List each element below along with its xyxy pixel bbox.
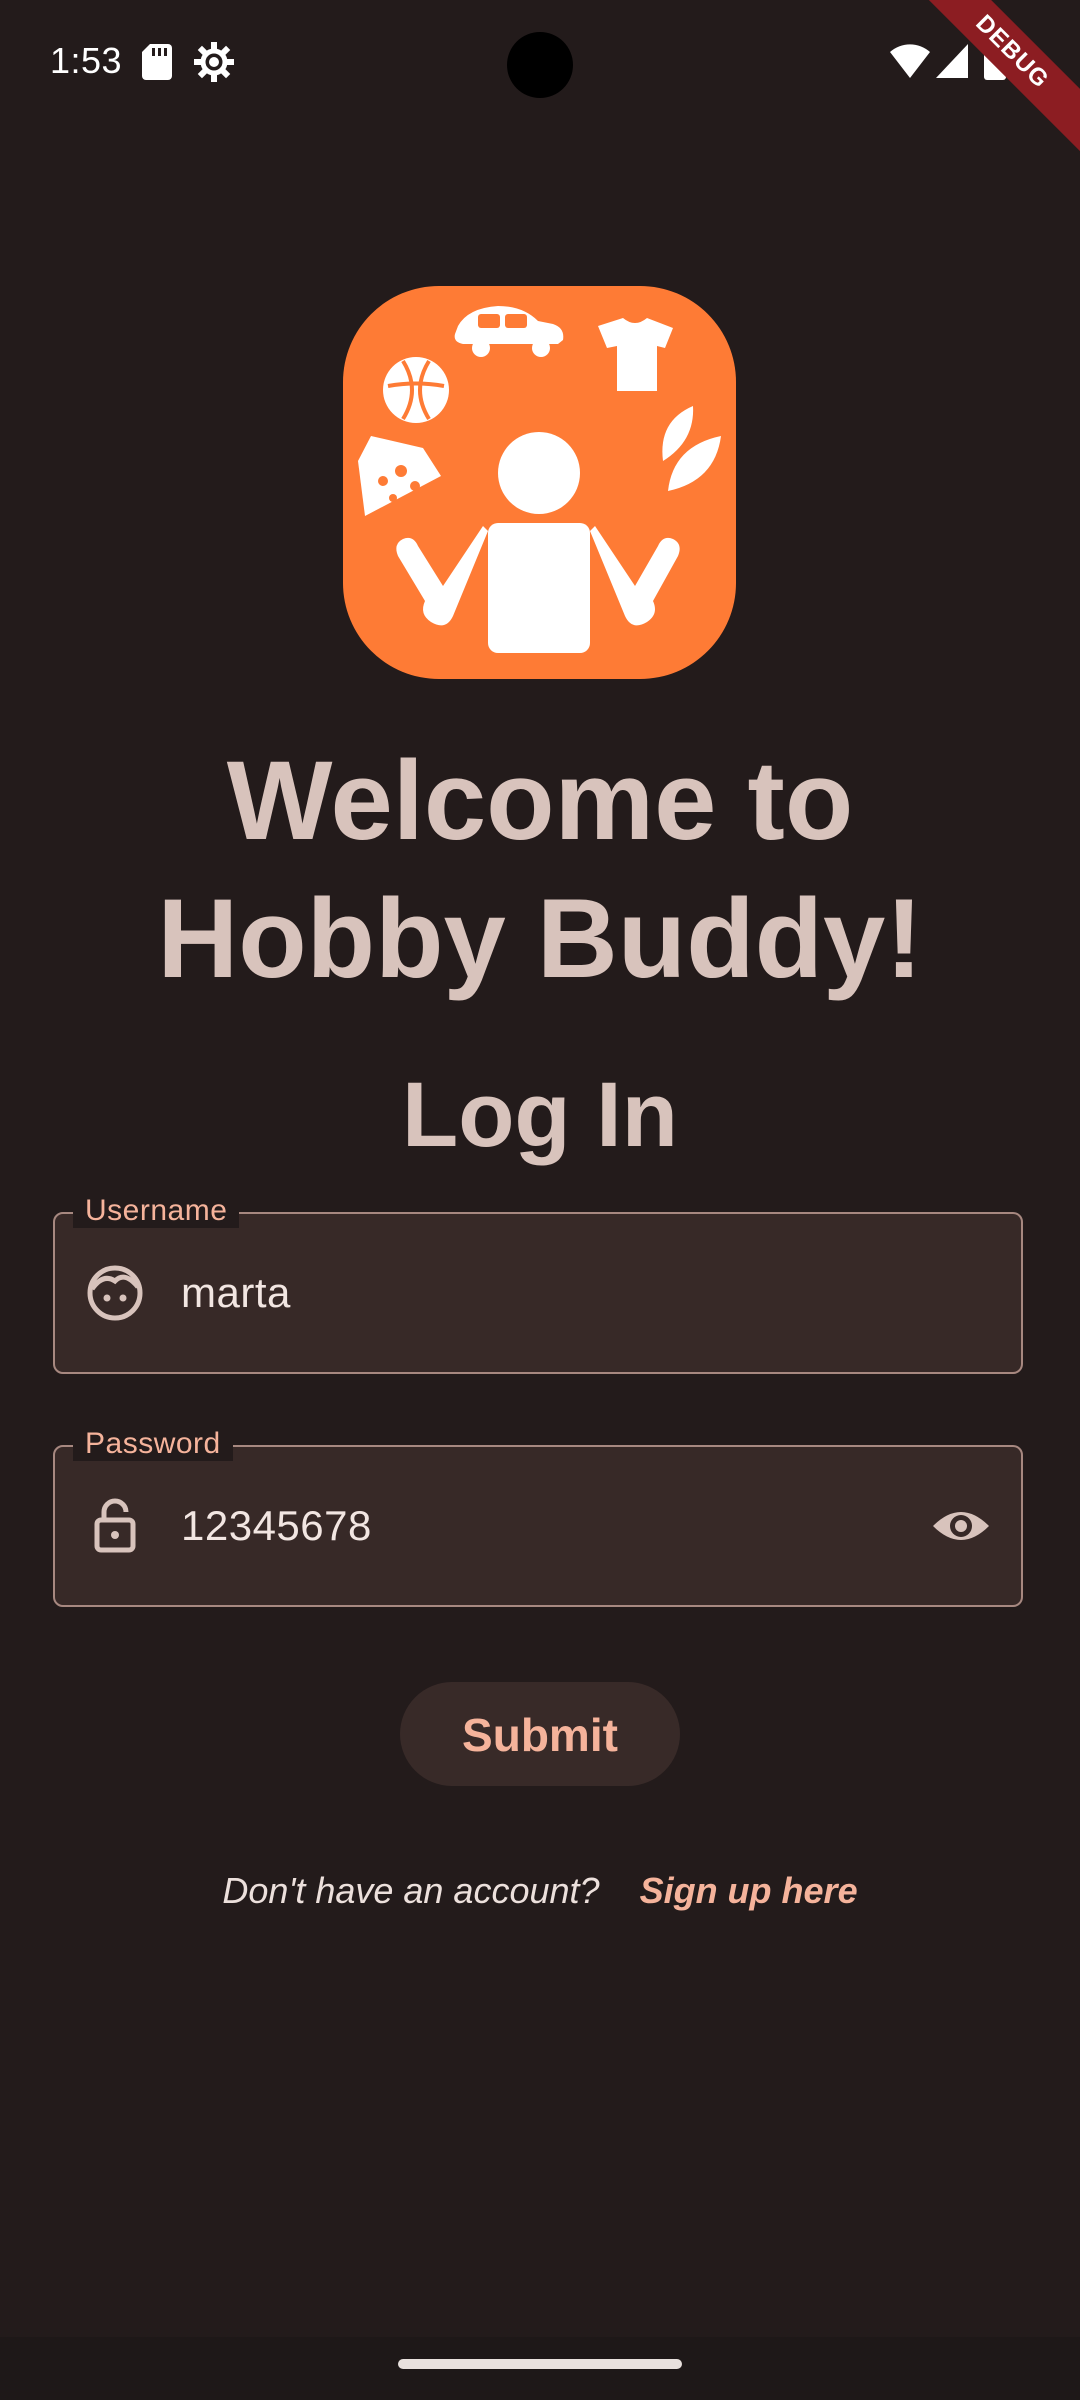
settings-gear-icon	[194, 42, 234, 82]
face-icon	[87, 1265, 143, 1321]
username-input[interactable]: marta	[181, 1269, 291, 1317]
password-label: Password	[73, 1427, 233, 1461]
welcome-title: Welcome to Hobby Buddy!	[0, 732, 1080, 1008]
password-field[interactable]: Password 12345678	[53, 1427, 1023, 1607]
camera-cutout	[507, 32, 573, 98]
signup-prompt: Don't have an account?	[222, 1870, 600, 1911]
password-input[interactable]: 12345678	[181, 1502, 372, 1550]
wifi-icon	[890, 44, 930, 78]
username-field[interactable]: Username marta	[53, 1194, 1023, 1374]
hobby-buddy-juggler-logo	[358, 306, 721, 653]
cell-signal-icon	[936, 44, 968, 78]
home-indicator[interactable]	[398, 2359, 682, 2369]
status-bar: 1:53 DEBUG	[0, 0, 1080, 160]
navigation-bar	[0, 2337, 1080, 2400]
login-heading: Log In	[402, 1064, 678, 1166]
lock-open-icon	[94, 1498, 136, 1553]
username-label: Username	[73, 1194, 240, 1228]
signup-link[interactable]: Sign up here	[640, 1870, 858, 1911]
eye-icon[interactable]	[931, 1496, 991, 1556]
welcome-line-1: Welcome to	[226, 738, 854, 863]
app-logo	[343, 286, 736, 679]
sd-card-icon	[142, 44, 172, 80]
welcome-line-2: Hobby Buddy!	[157, 876, 923, 1001]
signup-row: Don't have an account? Sign up here	[0, 1866, 1080, 1916]
submit-button[interactable]: Submit	[400, 1682, 680, 1786]
status-time: 1:53	[50, 40, 123, 81]
